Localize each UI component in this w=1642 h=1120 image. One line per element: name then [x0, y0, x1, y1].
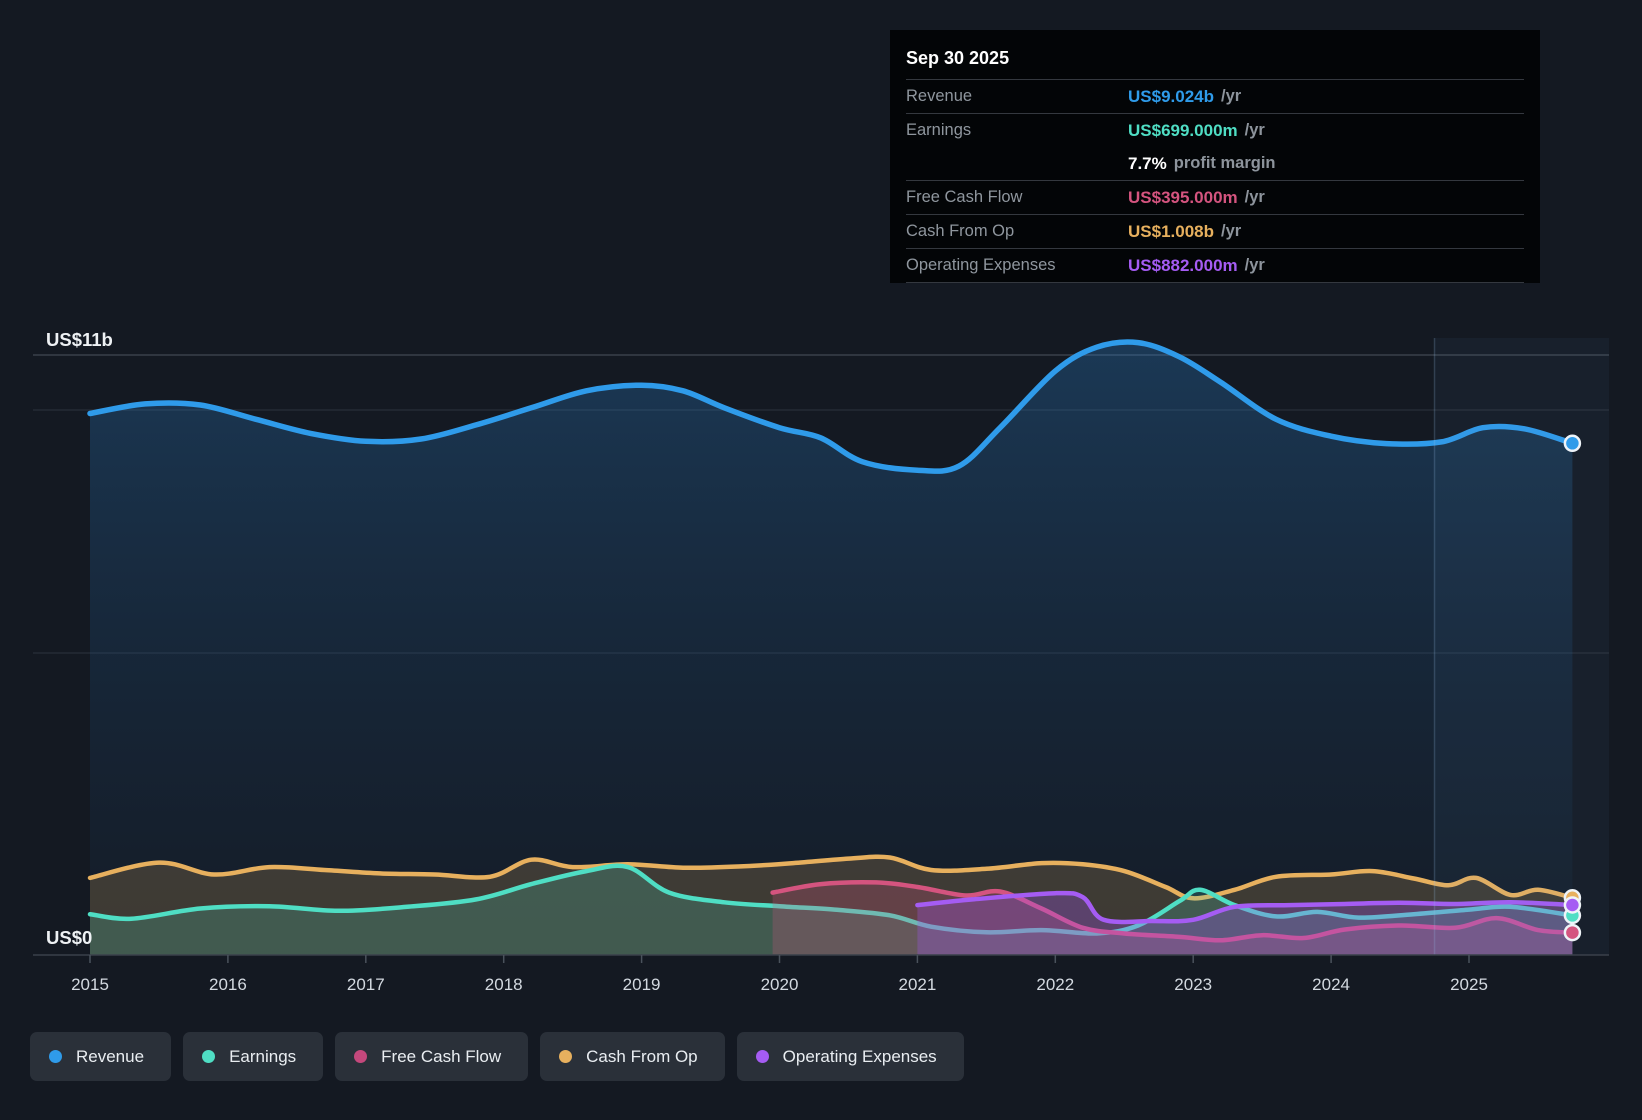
svg-text:2018: 2018 — [485, 975, 523, 994]
svg-text:2023: 2023 — [1174, 975, 1212, 994]
legend-item-earnings[interactable]: Earnings — [183, 1032, 324, 1081]
tooltip-row-cash-from-op: Cash From Op US$1.008b /yr — [906, 214, 1524, 248]
legend-item-revenue[interactable]: Revenue — [30, 1032, 172, 1081]
svg-text:2021: 2021 — [898, 975, 936, 994]
tooltip-row-operating-expenses: Operating Expenses US$882.000m /yr — [906, 248, 1524, 283]
revenue-dot-icon — [49, 1050, 62, 1063]
svg-text:2020: 2020 — [761, 975, 799, 994]
legend-item-operating-expenses[interactable]: Operating Expenses — [736, 1032, 964, 1081]
svg-text:2015: 2015 — [71, 975, 109, 994]
svg-text:2017: 2017 — [347, 975, 385, 994]
svg-text:2025: 2025 — [1450, 975, 1488, 994]
operating-expenses-dot-icon — [755, 1050, 769, 1063]
earnings-dot-icon — [202, 1050, 216, 1063]
chart-legend: Revenue Earnings Free Cash Flow Cash Fro… — [30, 1032, 964, 1081]
svg-text:2019: 2019 — [623, 975, 661, 994]
tooltip-row-free-cash-flow: Free Cash Flow US$395.000m /yr — [906, 180, 1524, 214]
svg-text:US$0: US$0 — [46, 927, 92, 948]
svg-text:US$11b: US$11b — [46, 329, 113, 350]
free-cash-flow-dot-icon — [354, 1050, 368, 1063]
chart-tooltip: Sep 30 2025 Revenue US$9.024b /yr Earnin… — [890, 30, 1540, 283]
financial-chart-page: 2015 2016 2017 2018 2019 2020 2021 2022 2023 2024… — [0, 0, 1642, 1120]
legend-item-cash-from-op[interactable]: Cash From Op — [540, 1032, 725, 1081]
svg-text:2016: 2016 — [209, 975, 247, 994]
cash-from-op-dot-icon — [559, 1050, 573, 1063]
svg-text:2024: 2024 — [1312, 975, 1350, 994]
tooltip-row-revenue: Revenue US$9.024b /yr — [906, 79, 1524, 113]
tooltip-date: Sep 30 2025 — [906, 48, 1010, 68]
legend-item-free-cash-flow[interactable]: Free Cash Flow — [335, 1032, 529, 1081]
tooltip-row-profit-margin: 7.7% profit margin — [1128, 153, 1276, 173]
tooltip-row-earnings: Earnings US$699.000m /yr — [906, 113, 1524, 147]
svg-text:2022: 2022 — [1036, 975, 1074, 994]
